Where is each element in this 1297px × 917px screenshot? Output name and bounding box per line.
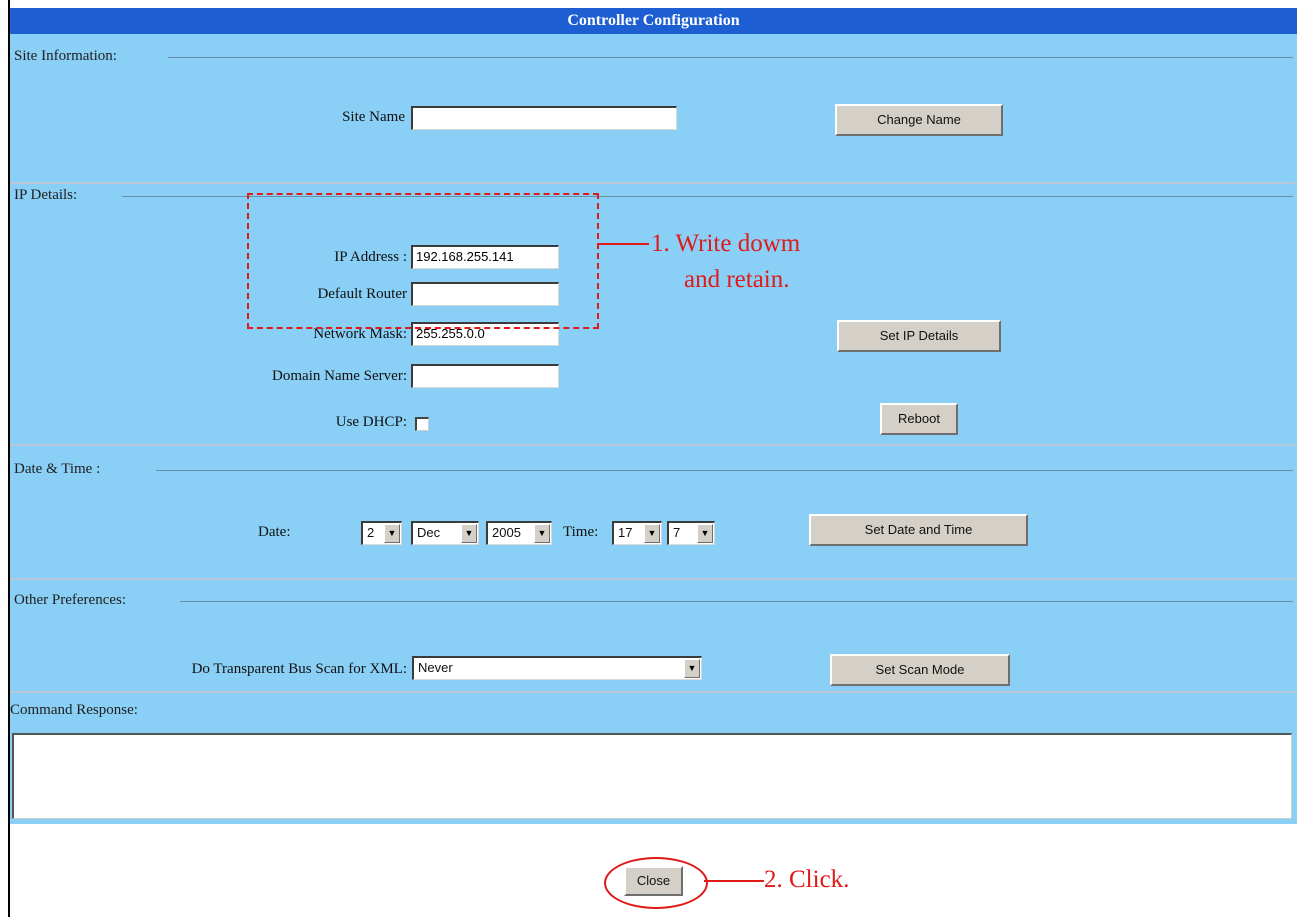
change-name-button[interactable]: Change Name: [835, 104, 1003, 136]
site-name-input[interactable]: [411, 106, 677, 130]
note2-text: 2. Click.: [764, 866, 850, 893]
ip-details-section: IP Details: IP Address : 192.168.255.141…: [10, 182, 1295, 446]
window-title: Controller Configuration: [10, 8, 1297, 34]
other-preferences-label: Other Preferences:: [14, 592, 127, 608]
note1-line2: and retain.: [684, 266, 790, 293]
date-time-section: Date & Time : Date: 2 ▼ Dec ▼ 2005 ▼ Tim…: [10, 444, 1295, 580]
minute-value: 7: [673, 525, 681, 540]
hour-value: 17: [618, 525, 633, 540]
date-time-rule: [156, 470, 1293, 471]
site-information-rule: [168, 57, 1293, 58]
other-preferences-rule: [180, 601, 1293, 602]
year-value: 2005: [492, 525, 521, 540]
reboot-button[interactable]: Reboot: [880, 403, 958, 435]
site-information-label: Site Information:: [14, 48, 117, 64]
month-value: Dec: [417, 525, 441, 540]
dns-label: Domain Name Server:: [272, 368, 407, 384]
day-select[interactable]: 2 ▼: [361, 521, 402, 545]
year-dropdown-arrow-icon: ▼: [534, 524, 550, 543]
hour-dropdown-arrow-icon: ▼: [644, 524, 660, 543]
date-label: Date:: [258, 524, 291, 540]
close-button-highlight-ellipse: [604, 857, 708, 909]
scan-mode-dropdown-arrow-icon: ▼: [684, 659, 700, 678]
day-dropdown-arrow-icon: ▼: [384, 524, 400, 543]
month-select[interactable]: Dec ▼: [411, 521, 479, 545]
scan-mode-value: Never: [418, 660, 453, 675]
set-ip-details-button[interactable]: Set IP Details: [837, 320, 1001, 352]
other-preferences-section: Other Preferences: Do Transparent Bus Sc…: [10, 578, 1295, 693]
dns-input[interactable]: [411, 364, 559, 388]
controller-config-window: Controller Configuration Site Informatio…: [0, 0, 1297, 917]
site-name-label: Site Name: [342, 109, 405, 125]
command-response-label: Command Response:: [10, 702, 138, 718]
year-select[interactable]: 2005 ▼: [486, 521, 552, 545]
minute-dropdown-arrow-icon: ▼: [697, 524, 713, 543]
scan-mode-label: Do Transparent Bus Scan for XML:: [191, 661, 407, 677]
note1-line1: 1. Write dowm: [651, 230, 801, 257]
day-value: 2: [367, 525, 375, 540]
set-scan-mode-button[interactable]: Set Scan Mode: [830, 654, 1010, 686]
month-dropdown-arrow-icon: ▼: [461, 524, 477, 543]
ip-details-highlight-box: [247, 193, 599, 329]
scan-mode-select[interactable]: Never ▼: [412, 656, 702, 680]
dhcp-checkbox[interactable]: [415, 417, 429, 431]
hour-select[interactable]: 17 ▼: [612, 521, 662, 545]
date-time-label: Date & Time :: [14, 461, 101, 477]
set-date-time-button[interactable]: Set Date and Time: [809, 514, 1028, 546]
ip-details-label: IP Details:: [14, 187, 78, 203]
dhcp-label: Use DHCP:: [335, 414, 407, 430]
note1-leader-line: [597, 243, 649, 245]
time-label: Time:: [563, 524, 599, 540]
note2-leader-line: [704, 880, 764, 882]
command-response-output[interactable]: [12, 733, 1292, 819]
site-information-section: Site Information: Site Name Change Name: [10, 34, 1295, 184]
minute-select[interactable]: 7 ▼: [667, 521, 715, 545]
